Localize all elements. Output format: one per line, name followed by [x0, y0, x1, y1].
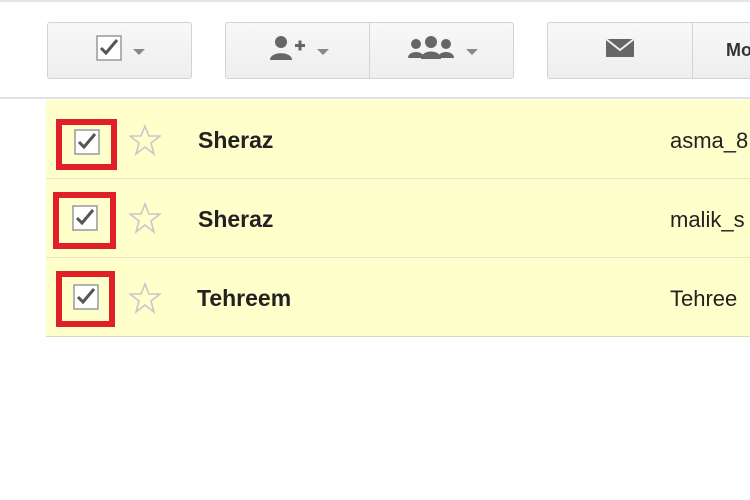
- star-icon[interactable]: [127, 201, 163, 235]
- chevron-down-icon: [132, 48, 145, 55]
- person-add-icon: [267, 34, 307, 67]
- chevron-down-icon: [465, 48, 478, 55]
- row-checkbox[interactable]: [72, 283, 100, 316]
- message-list: Sheraz asma_8 Sheraz malik_s Tehreem Teh…: [46, 100, 750, 337]
- star-icon[interactable]: [127, 123, 163, 157]
- toolbar-divider: [0, 97, 750, 99]
- group-icon: [406, 34, 456, 67]
- chevron-down-icon: [316, 48, 329, 55]
- row-checkbox[interactable]: [73, 128, 101, 161]
- group-button[interactable]: [369, 22, 514, 79]
- toolbar: Mo: [0, 0, 750, 100]
- sender-name: Sheraz: [198, 127, 274, 153]
- select-all-button[interactable]: [47, 22, 192, 79]
- selection-highlight: [56, 271, 115, 327]
- sender-name: Sheraz: [198, 206, 274, 232]
- message-row[interactable]: Sheraz asma_8: [46, 100, 750, 179]
- selection-highlight: [56, 119, 117, 170]
- star-icon[interactable]: [127, 281, 163, 315]
- message-subject: malik_s: [670, 207, 745, 232]
- row-checkbox[interactable]: [71, 204, 99, 237]
- message-row[interactable]: Sheraz malik_s: [46, 179, 750, 258]
- mail-icon: [605, 37, 635, 64]
- checkbox-icon: [95, 34, 123, 67]
- selection-highlight: [53, 192, 116, 249]
- message-row[interactable]: Tehreem Tehree: [46, 258, 750, 337]
- email-button[interactable]: [547, 22, 693, 79]
- message-subject: Tehree: [670, 286, 738, 311]
- message-subject: asma_8: [670, 128, 749, 153]
- sender-name: Tehreem: [197, 285, 292, 311]
- more-button[interactable]: Mo: [692, 22, 750, 79]
- more-label: Mo: [726, 40, 750, 60]
- add-to-contacts-button[interactable]: [225, 22, 370, 79]
